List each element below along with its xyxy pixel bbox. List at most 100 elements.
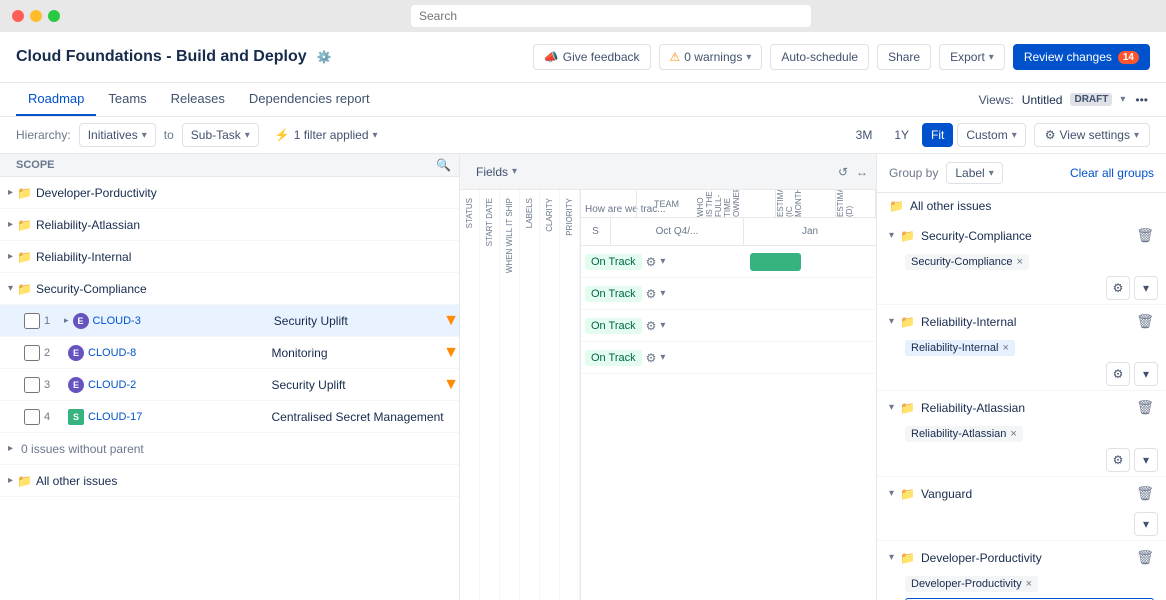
from-select[interactable]: Initiatives <box>79 123 156 147</box>
tab-roadmap[interactable]: Roadmap <box>16 83 96 116</box>
group-expand-button[interactable]: ▾ <box>1134 512 1158 536</box>
group-panel-header: Group by Label Clear all groups <box>877 154 1166 193</box>
fields-button[interactable]: Fields <box>468 161 525 183</box>
time-1y-button[interactable]: 1Y <box>885 123 918 147</box>
time-fit-button[interactable]: Fit <box>922 123 953 147</box>
auto-schedule-button[interactable]: Auto-schedule <box>770 44 869 70</box>
track-settings-icon[interactable]: ⚙ <box>646 319 657 333</box>
maximize-dot[interactable] <box>48 10 60 22</box>
close-dot[interactable] <box>12 10 24 22</box>
issue-row[interactable]: 1 E CLOUD-3 Security Uplift ▼ <box>0 305 459 337</box>
col-estimate-d: ESTIMATES (D) <box>836 190 876 217</box>
warnings-button[interactable]: ⚠ 0 warnings <box>659 44 763 70</box>
no-parent-label: 0 issues without parent <box>21 442 144 456</box>
folder-icon: 📁 <box>17 282 32 296</box>
reset-icon[interactable]: ↺ <box>838 165 848 179</box>
issue-key: CLOUD-17 <box>88 411 268 423</box>
tab-teams[interactable]: Teams <box>96 83 158 116</box>
chevron-right-icon <box>8 187 13 198</box>
group-title: Reliability-Atlassian <box>921 401 1130 415</box>
tab-dependencies[interactable]: Dependencies report <box>237 83 382 116</box>
issue-row[interactable]: 3 E CLOUD-2 Security Uplift ▼ <box>0 369 459 401</box>
remove-tag-button[interactable]: × <box>1016 256 1022 268</box>
issue-checkbox[interactable] <box>24 345 40 361</box>
search-input[interactable] <box>411 5 811 27</box>
epic-icon: E <box>73 313 89 329</box>
chevron-icon <box>373 130 378 141</box>
view-settings-button[interactable]: ⚙ View settings <box>1034 123 1150 147</box>
warning-indicator: ▼ <box>443 312 459 330</box>
view-more-button[interactable]: ••• <box>1133 91 1150 109</box>
review-changes-button[interactable]: Review changes 14 <box>1013 44 1150 70</box>
group-expand-button[interactable]: ▾ <box>1134 276 1158 300</box>
group-tag: Reliability-Atlassian × <box>905 426 1023 442</box>
track-settings-icon[interactable]: ⚙ <box>646 351 657 365</box>
timeline-area: How are we trac... TEAM WHO IS THE FULL-… <box>581 190 876 600</box>
feedback-button[interactable]: 📣 Give feedback <box>533 44 651 70</box>
delete-group-button[interactable]: 🗑 <box>1136 313 1154 330</box>
story-icon: S <box>68 409 84 425</box>
to-select[interactable]: Sub-Task <box>182 123 259 147</box>
group-tag-container: Reliability-Atlassian × <box>877 424 1166 446</box>
group-reliability-atlassian[interactable]: 📁 Reliability-Atlassian <box>0 209 459 241</box>
share-button[interactable]: Share <box>877 44 931 70</box>
group-security-compliance[interactable]: 📁 Security-Compliance <box>0 273 459 305</box>
clear-groups-button[interactable]: Clear all groups <box>1070 166 1154 180</box>
hierarchy-label: Hierarchy: <box>16 128 71 142</box>
issue-checkbox[interactable] <box>24 409 40 425</box>
vanguard-controls: ▾ <box>877 510 1166 540</box>
group-controls: ⚙ ▾ <box>877 446 1166 476</box>
group-by-label: Group by <box>889 166 938 180</box>
custom-select[interactable]: Custom <box>957 123 1025 147</box>
chevron-icon <box>1134 130 1139 141</box>
chevron-icon <box>889 230 894 241</box>
delete-group-button[interactable]: 🗑 <box>1136 227 1154 244</box>
address-bar[interactable] <box>411 5 811 27</box>
filter-button[interactable]: ⚡ 1 filter applied <box>267 124 386 146</box>
track-settings-icon[interactable]: ⚙ <box>646 287 657 301</box>
tab-releases[interactable]: Releases <box>159 83 237 116</box>
group-settings-button[interactable]: ⚙ <box>1106 448 1130 472</box>
chevron-right-icon <box>8 219 13 230</box>
remove-tag-button[interactable]: × <box>1026 578 1032 590</box>
epic-icon: E <box>68 377 84 393</box>
label-select[interactable]: Label <box>946 162 1002 184</box>
export-button[interactable]: Export <box>939 44 1005 70</box>
minimize-dot[interactable] <box>30 10 42 22</box>
group-settings-button[interactable]: ⚙ <box>1106 276 1130 300</box>
issue-panel: SCOPE 🔍 📁 Developer-Porductivity 📁 Relia… <box>0 154 460 600</box>
group-developer[interactable]: 📁 Developer-Porductivity <box>0 177 459 209</box>
issue-row[interactable]: 2 E CLOUD-8 Monitoring ▼ <box>0 337 459 369</box>
delete-group-button[interactable]: 🗑 <box>1136 549 1154 566</box>
field-clarity-header: CLARITY <box>545 194 554 236</box>
group-item-header[interactable]: 📁 Vanguard 🗑 <box>877 477 1166 510</box>
issue-checkbox[interactable] <box>24 377 40 393</box>
group-item-header[interactable]: 📁 Security-Compliance 🗑 <box>877 219 1166 252</box>
group-tag: Reliability-Internal × <box>905 340 1015 356</box>
issue-checkbox[interactable] <box>24 313 40 329</box>
no-parent-row[interactable]: 0 issues without parent <box>0 433 459 465</box>
group-reliability-internal[interactable]: 📁 Reliability-Internal <box>0 241 459 273</box>
group-expand-button[interactable]: ▾ <box>1134 362 1158 386</box>
remove-tag-button[interactable]: × <box>1002 342 1008 354</box>
delete-group-button[interactable]: 🗑 <box>1136 485 1154 502</box>
group-item-header[interactable]: 📁 Reliability-Internal 🗑 <box>877 305 1166 338</box>
group-item-header[interactable]: 📁 Reliability-Atlassian 🗑 <box>877 391 1166 424</box>
track-badge: On Track <box>585 318 642 334</box>
delete-group-button[interactable]: 🗑 <box>1136 399 1154 416</box>
group-expand-button[interactable]: ▾ <box>1134 448 1158 472</box>
remove-tag-button[interactable]: × <box>1010 428 1016 440</box>
view-chevron-icon[interactable] <box>1120 94 1125 105</box>
time-3m-button[interactable]: 3M <box>847 123 882 147</box>
chevron-down-icon <box>746 52 751 63</box>
group-item-header[interactable]: 📁 Developer-Porductivity 🗑 <box>877 541 1166 574</box>
group-settings-button[interactable]: ⚙ <box>1106 362 1130 386</box>
folder-icon: 📁 <box>889 199 904 213</box>
track-settings-icon[interactable]: ⚙ <box>646 255 657 269</box>
expand-icon[interactable]: ↔ <box>856 165 868 179</box>
search-icon[interactable]: 🔍 <box>436 158 451 172</box>
issue-row[interactable]: 4 S CLOUD-17 Centralised Secret Manageme… <box>0 401 459 433</box>
settings-button[interactable]: ⚙️ <box>315 48 334 66</box>
toolbar: Hierarchy: Initiatives to Sub-Task ⚡ 1 f… <box>0 117 1166 154</box>
all-other-row[interactable]: 📁 All other issues <box>0 465 459 497</box>
